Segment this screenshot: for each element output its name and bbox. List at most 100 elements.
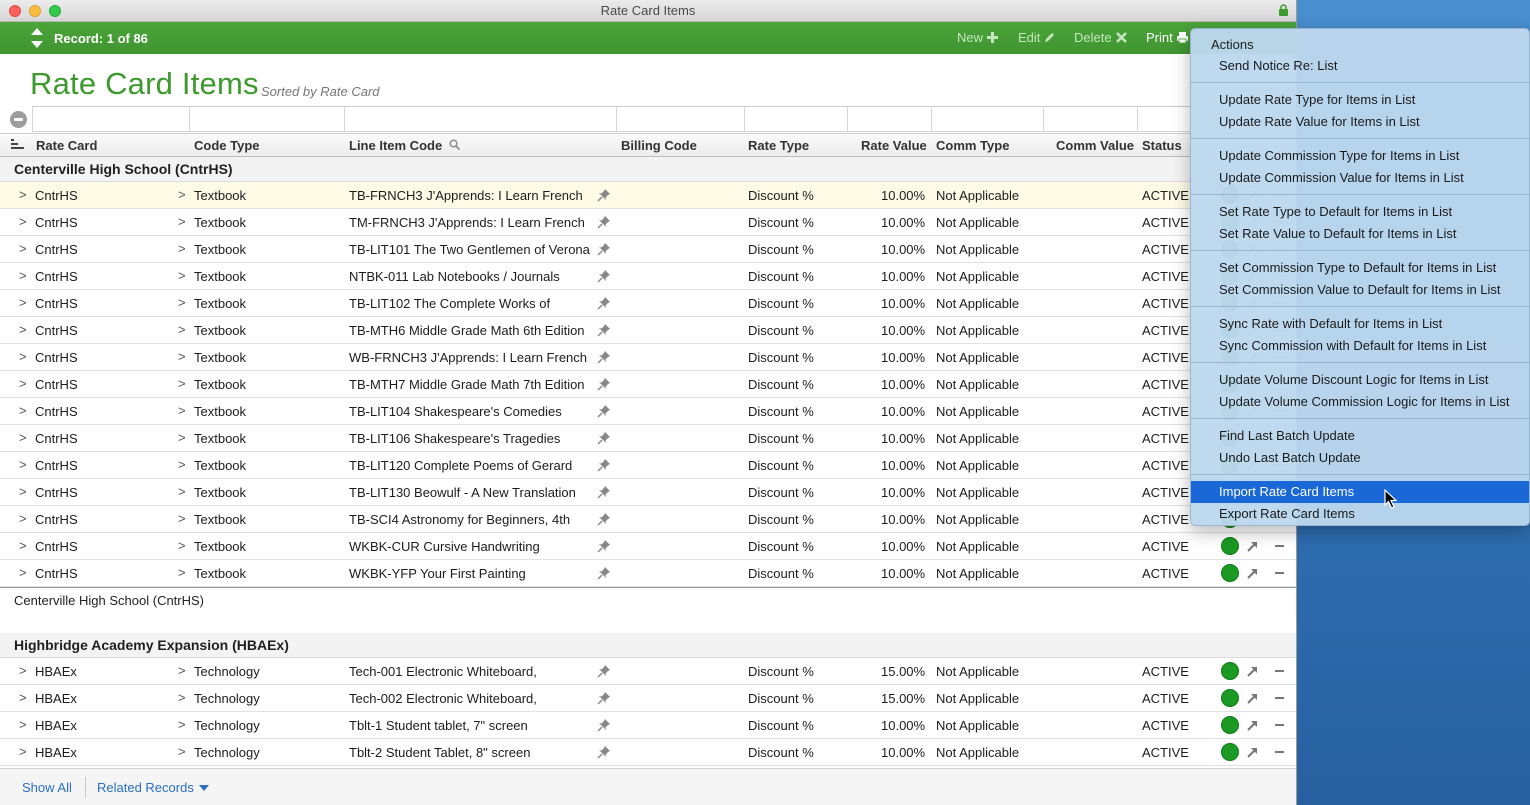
filter-rate-value[interactable] [847, 106, 932, 132]
close-window-button[interactable] [9, 5, 21, 17]
pin-icon[interactable] [597, 296, 611, 310]
filter-line-item-code[interactable] [344, 106, 617, 132]
menu-item-sync-commission-with-default-for-items-in-list[interactable]: Sync Commission with Default for Items i… [1191, 335, 1529, 357]
pin-icon[interactable] [597, 664, 611, 678]
remove-row-icon[interactable] [1275, 724, 1284, 726]
row-disclosure-icon[interactable]: > [19, 663, 27, 678]
row-link-chevron-icon[interactable]: > [178, 663, 186, 678]
pin-icon[interactable] [597, 323, 611, 337]
row-disclosure-icon[interactable]: > [19, 717, 27, 732]
row-disclosure-icon[interactable]: > [19, 376, 27, 391]
pin-icon[interactable] [597, 377, 611, 391]
pin-icon[interactable] [597, 458, 611, 472]
row-link-chevron-icon[interactable]: > [178, 376, 186, 391]
menu-item-update-commission-type-for-items-in-list[interactable]: Update Commission Type for Items in List [1191, 145, 1529, 167]
table-row[interactable]: > CntrHS > Textbook TB-MTH7 Middle Grade Mat… [0, 371, 1296, 398]
open-record-arrow-icon[interactable] [1246, 539, 1260, 553]
menu-item-set-rate-type-to-default-for-items-in-list[interactable]: Set Rate Type to Default for Items in Li… [1191, 201, 1529, 223]
row-link-chevron-icon[interactable]: > [178, 349, 186, 364]
row-disclosure-icon[interactable]: > [19, 511, 27, 526]
row-disclosure-icon[interactable]: > [19, 430, 27, 445]
table-row[interactable]: > CntrHS > Textbook TB-LIT101 The Two Gentle… [0, 236, 1296, 263]
pin-icon[interactable] [597, 188, 611, 202]
table-row[interactable]: > CntrHS > Textbook TB-LIT102 The Complete W… [0, 290, 1296, 317]
minimize-window-button[interactable] [29, 5, 41, 17]
open-record-arrow-icon[interactable] [1246, 664, 1260, 678]
menu-item-update-volume-discount-logic-for-items-in-list[interactable]: Update Volume Discount Logic for Items i… [1191, 369, 1529, 391]
pin-icon[interactable] [597, 566, 611, 580]
filter-code-type[interactable] [189, 106, 345, 132]
zoom-window-button[interactable] [49, 5, 61, 17]
row-disclosure-icon[interactable]: > [19, 349, 27, 364]
row-disclosure-icon[interactable]: > [19, 690, 27, 705]
record-navigation-arrows-icon[interactable] [29, 27, 45, 49]
table-row[interactable]: > HBAEx > Technology Tblt-2 Student Tablet, … [0, 739, 1296, 766]
open-record-arrow-icon[interactable] [1246, 691, 1260, 705]
column-header-comm-type[interactable]: Comm Type [936, 138, 1009, 153]
filter-rate-card[interactable] [32, 106, 190, 132]
row-disclosure-icon[interactable]: > [19, 744, 27, 759]
table-row[interactable]: > CntrHS > Textbook TB-SCI4 Astronomy for Be… [0, 506, 1296, 533]
remove-row-icon[interactable] [1275, 670, 1284, 672]
menu-item-update-commission-value-for-items-in-list[interactable]: Update Commission Value for Items in Lis… [1191, 167, 1529, 189]
menu-item-sync-rate-with-default-for-items-in-list[interactable]: Sync Rate with Default for Items in List [1191, 313, 1529, 335]
remove-row-icon[interactable] [1275, 697, 1284, 699]
pin-icon[interactable] [597, 269, 611, 283]
menu-item-set-commission-value-to-default-for-items-in-list[interactable]: Set Commission Value to Default for Item… [1191, 279, 1529, 301]
menu-item-update-rate-value-for-items-in-list[interactable]: Update Rate Value for Items in List [1191, 111, 1529, 133]
edit-button[interactable]: Edit [1018, 30, 1056, 45]
menu-item-set-commission-type-to-default-for-items-in-list[interactable]: Set Commission Type to Default for Items… [1191, 257, 1529, 279]
pin-icon[interactable] [597, 691, 611, 705]
pin-icon[interactable] [597, 512, 611, 526]
menu-item-update-volume-commission-logic-for-items-in-list[interactable]: Update Volume Commission Logic for Items… [1191, 391, 1529, 413]
menu-item-export-rate-card-items[interactable]: Export Rate Card Items [1191, 503, 1529, 525]
new-button[interactable]: New [957, 30, 999, 45]
delete-button[interactable]: Delete [1074, 30, 1128, 45]
table-row[interactable]: > HBAEx > Technology Tblt-1 Student tablet, … [0, 712, 1296, 739]
row-disclosure-icon[interactable]: > [19, 538, 27, 553]
table-row[interactable]: > CntrHS > Textbook TM-FRNCH3 J'Apprends: I … [0, 209, 1296, 236]
column-header-status[interactable]: Status [1142, 138, 1182, 153]
row-link-chevron-icon[interactable]: > [178, 457, 186, 472]
table-row[interactable]: > HBAEx > Technology Tech-001 Electronic Whi… [0, 658, 1296, 685]
pin-icon[interactable] [597, 404, 611, 418]
table-row[interactable]: > CntrHS > Textbook NTBK-011 Lab Notebooks /… [0, 263, 1296, 290]
row-disclosure-icon[interactable]: > [19, 484, 27, 499]
table-row[interactable]: > HBAEx > Technology Tech-002 Electronic Whi… [0, 685, 1296, 712]
open-record-arrow-icon[interactable] [1246, 566, 1260, 580]
pin-icon[interactable] [597, 539, 611, 553]
menu-item-set-rate-value-to-default-for-items-in-list[interactable]: Set Rate Value to Default for Items in L… [1191, 223, 1529, 245]
related-records-link[interactable]: Related Records [97, 780, 194, 795]
table-row[interactable]: > CntrHS > Textbook TB-LIT104 Shakespeare's … [0, 398, 1296, 425]
row-link-chevron-icon[interactable]: > [178, 187, 186, 202]
table-row[interactable]: > CntrHS > Textbook WKBK-CUR Cursive Handwri… [0, 533, 1296, 560]
row-link-chevron-icon[interactable]: > [178, 538, 186, 553]
remove-row-icon[interactable] [1275, 545, 1284, 547]
table-row[interactable]: > CntrHS > Textbook WB-FRNCH3 J'Apprends: I … [0, 344, 1296, 371]
row-disclosure-icon[interactable]: > [19, 268, 27, 283]
row-disclosure-icon[interactable]: > [19, 241, 27, 256]
lock-icon[interactable] [1278, 4, 1289, 17]
filter-billing-code[interactable] [616, 106, 745, 132]
menu-item-send-notice-re-list[interactable]: Send Notice Re: List [1191, 55, 1529, 77]
table-row[interactable]: > CntrHS > Textbook TB-LIT106 Shakespeare's … [0, 425, 1296, 452]
filter-comm-type[interactable] [931, 106, 1044, 132]
menu-item-undo-last-batch-update[interactable]: Undo Last Batch Update [1191, 447, 1529, 469]
table-row[interactable]: > CntrHS > Textbook TB-MTH6 Middle Grade Mat… [0, 317, 1296, 344]
remove-row-icon[interactable] [1275, 572, 1284, 574]
pin-icon[interactable] [597, 350, 611, 364]
row-link-chevron-icon[interactable]: > [178, 322, 186, 337]
table-row[interactable]: > CntrHS > Textbook WKBK-YFP Your First Pain… [0, 560, 1296, 587]
row-link-chevron-icon[interactable]: > [178, 268, 186, 283]
print-button[interactable]: Print [1146, 30, 1189, 45]
row-link-chevron-icon[interactable]: > [178, 214, 186, 229]
row-disclosure-icon[interactable]: > [19, 457, 27, 472]
row-disclosure-icon[interactable]: > [19, 565, 27, 580]
row-disclosure-icon[interactable]: > [19, 187, 27, 202]
pin-icon[interactable] [597, 718, 611, 732]
column-header-rate-type[interactable]: Rate Type [748, 138, 809, 153]
row-link-chevron-icon[interactable]: > [178, 690, 186, 705]
open-record-arrow-icon[interactable] [1246, 718, 1260, 732]
remove-filter-icon[interactable] [10, 111, 27, 128]
show-all-link[interactable]: Show All [22, 780, 72, 795]
